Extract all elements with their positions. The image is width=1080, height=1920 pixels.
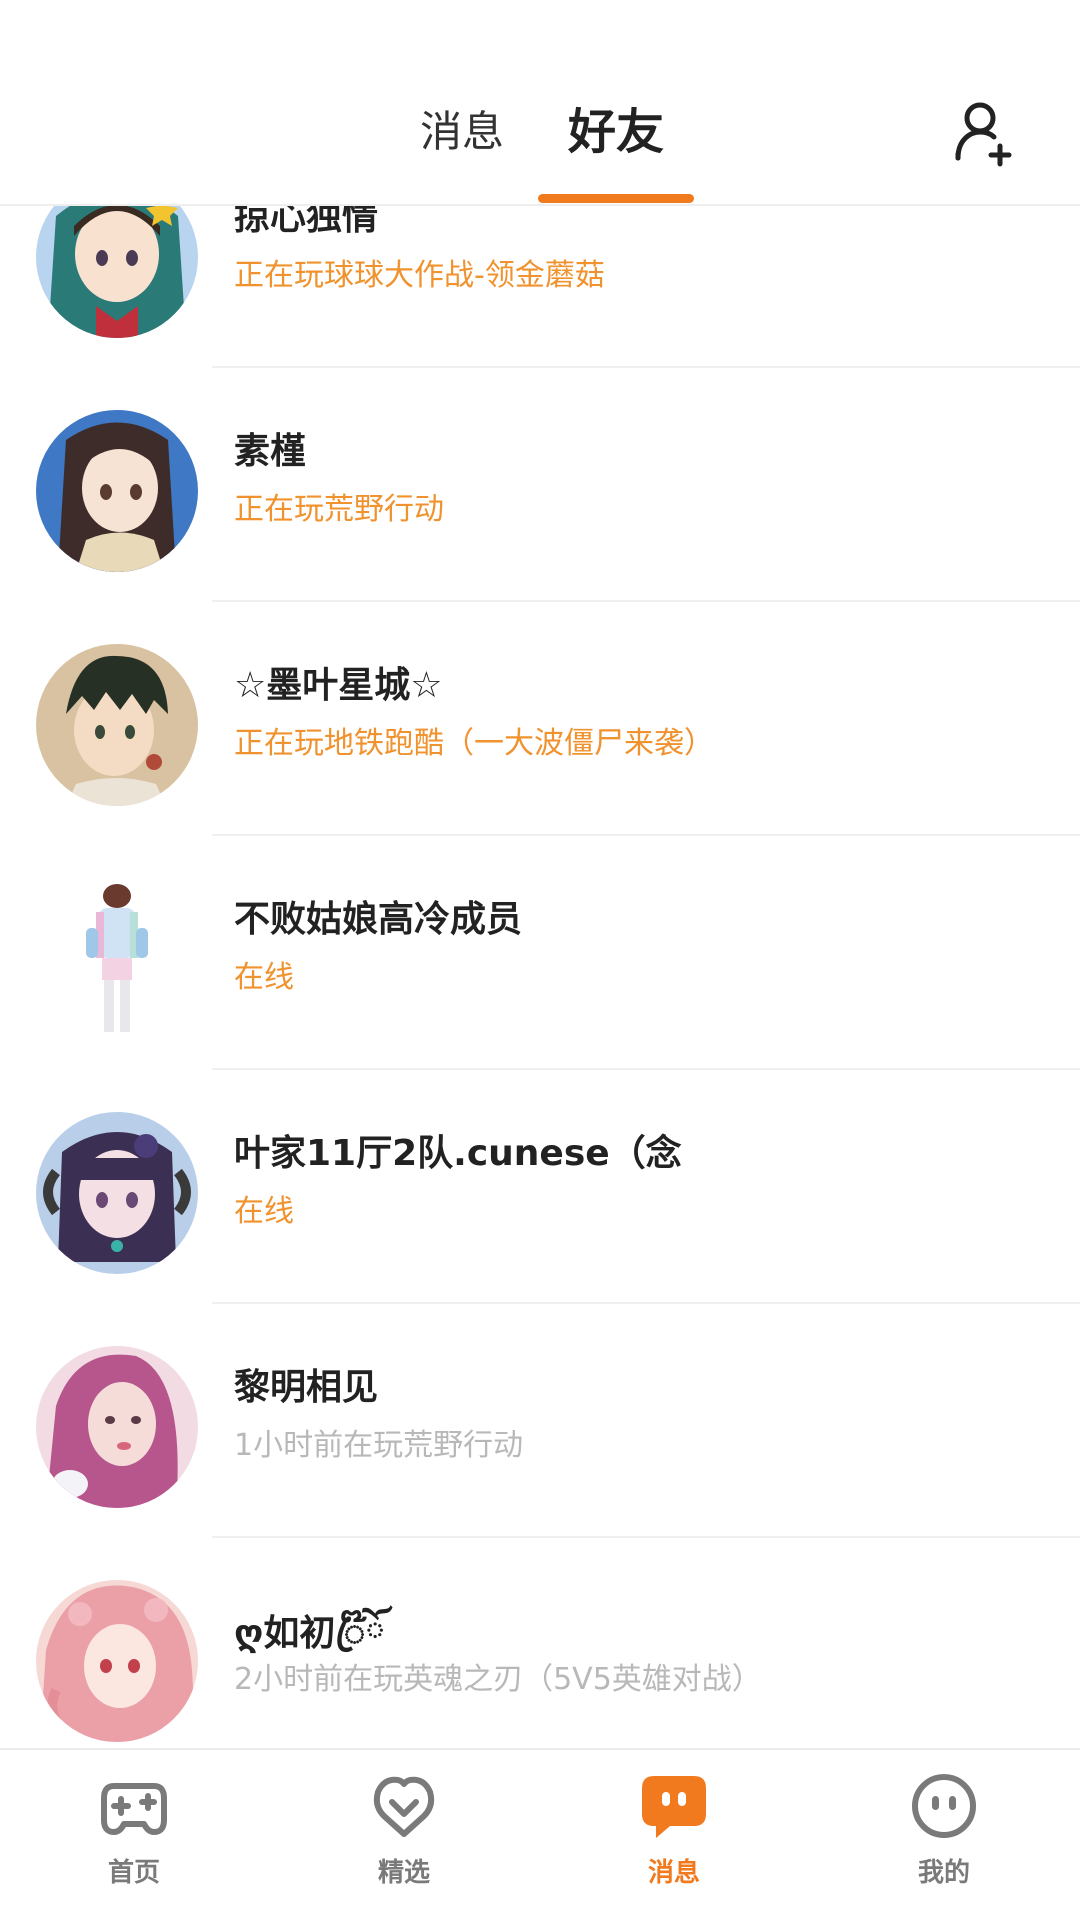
friends-page: 消息 好友 掠心独情 正在玩球球大作战-领金蘑菇 素槿 正在玩荒野行动 ☆墨叶星…	[0, 0, 1080, 1920]
avatar	[36, 644, 198, 806]
top-bar: 消息 好友	[0, 0, 1080, 206]
add-friend-button[interactable]	[950, 96, 1022, 168]
friend-status: 正在玩荒野行动	[234, 492, 444, 527]
message-bubble-icon	[642, 1776, 706, 1838]
tab-friends[interactable]: 好友	[568, 100, 664, 164]
avatar	[36, 1112, 198, 1274]
nav-label: 首页	[107, 1858, 160, 1888]
nav-label: 我的	[917, 1858, 970, 1888]
friend-status: 在线	[234, 960, 294, 995]
nav-label: 消息	[647, 1858, 700, 1888]
heart-chat-icon	[373, 1776, 435, 1837]
nav-messages[interactable]: 消息	[594, 1772, 754, 1902]
friend-row[interactable]: 掠心独情 正在玩球球大作战-领金蘑菇	[0, 206, 1080, 368]
friend-name: 不败姑娘高冷成员	[234, 899, 523, 940]
friend-row[interactable]: 黎明相见 1小时前在玩荒野行动	[0, 1304, 1080, 1538]
nav-home[interactable]: 首页	[54, 1772, 214, 1902]
avatar	[36, 1580, 198, 1742]
friend-name: 叶家11厅2队.cunese（念	[234, 1133, 682, 1174]
friend-status: 1小时前在玩荒野行动	[234, 1428, 524, 1463]
friend-row[interactable]: 素槿 正在玩荒野行动	[0, 368, 1080, 602]
nav-featured[interactable]: 精选	[324, 1772, 484, 1902]
friend-status: 正在玩球球大作战-领金蘑菇	[234, 258, 605, 293]
nav-profile[interactable]: 我的	[864, 1772, 1024, 1902]
friend-status: 在线	[234, 1194, 294, 1229]
friend-status: 2小时前在玩英魂之刃（5V5英雄对战）	[234, 1662, 762, 1697]
avatar	[36, 1346, 198, 1508]
friend-list: 掠心独情 正在玩球球大作战-领金蘑菇 素槿 正在玩荒野行动 ☆墨叶星城☆ 正在玩…	[0, 206, 1080, 1746]
avatar	[36, 206, 198, 338]
friend-row[interactable]: 叶家11厅2队.cunese（念 在线	[0, 1070, 1080, 1304]
friend-row[interactable]: 不败姑娘高冷成员 在线	[0, 836, 1080, 1070]
bottom-navigation: 首页 精选 消息 我的	[0, 1748, 1080, 1920]
tab-messages[interactable]: 消息	[420, 100, 504, 164]
friend-status: 正在玩地铁跑酷（一大波僵尸来袭）	[234, 726, 714, 761]
avatar	[36, 878, 198, 1040]
active-tab-indicator	[538, 194, 694, 203]
add-user-icon	[955, 102, 1012, 167]
friend-name: 掠心独情	[234, 206, 379, 238]
avatar	[36, 410, 198, 572]
friend-name: 素槿	[234, 431, 307, 472]
friend-row[interactable]: ღ如初ꦿ໊ོ 2小时前在玩英魂之刃（5V5英雄对战）	[0, 1538, 1080, 1746]
gamepad-icon	[101, 1783, 167, 1835]
nav-label: 精选	[377, 1858, 430, 1888]
face-icon	[912, 1774, 976, 1838]
friend-row[interactable]: ☆墨叶星城☆ 正在玩地铁跑酷（一大波僵尸来袭）	[0, 602, 1080, 836]
friend-name: ☆墨叶星城☆	[234, 665, 443, 706]
friend-name: 黎明相见	[234, 1367, 379, 1408]
